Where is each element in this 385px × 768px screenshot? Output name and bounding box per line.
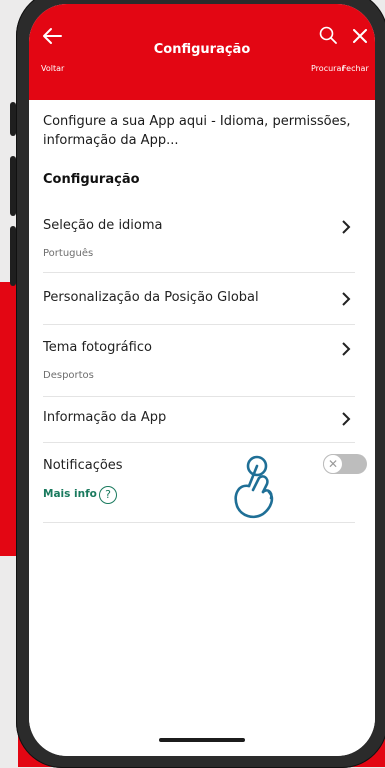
phone-frame: Voltar Configuração Procurar Fechar Conf… xyxy=(10,0,385,768)
intro-text: Configure a sua App aqui - Idioma, permi… xyxy=(43,114,351,148)
close-label[interactable]: Fechar xyxy=(342,64,369,73)
search-button[interactable] xyxy=(319,26,337,48)
chevron-right-icon xyxy=(342,342,351,356)
more-info-link[interactable]: Mais info xyxy=(43,488,97,500)
chevron-right-icon xyxy=(342,412,351,426)
setting-row-photo-theme[interactable]: Tema fotográfico Desportos xyxy=(43,324,355,397)
setting-row-global-position[interactable]: Personalização da Posição Global xyxy=(43,272,355,325)
setting-row-app-info[interactable]: Informação da App xyxy=(43,396,355,443)
back-label[interactable]: Voltar xyxy=(41,64,64,73)
setting-label: Tema fotográfico xyxy=(43,340,152,355)
phone-volume-down xyxy=(10,226,16,286)
home-indicator xyxy=(159,738,245,742)
phone-volume-up xyxy=(10,156,16,216)
toggle-off-icon: ✕ xyxy=(323,454,343,474)
phone-side-button xyxy=(10,102,16,136)
setting-value: Português xyxy=(43,248,94,259)
section-title: Configuração xyxy=(43,172,140,187)
search-label[interactable]: Procurar xyxy=(311,64,345,73)
notifications-label: Notificações xyxy=(43,458,123,473)
close-icon xyxy=(353,29,367,43)
chevron-right-icon xyxy=(342,292,351,306)
question-icon[interactable]: ? xyxy=(99,486,117,504)
setting-row-notifications: Notificações xyxy=(43,442,355,523)
chevron-right-icon xyxy=(342,220,351,234)
search-icon xyxy=(319,26,337,44)
top-bar: Voltar Configuração Procurar Fechar xyxy=(29,4,375,100)
setting-label: Seleção de idioma xyxy=(43,218,163,233)
notifications-toggle[interactable]: ✕ xyxy=(323,454,367,474)
close-button[interactable] xyxy=(353,28,367,47)
setting-label: Personalização da Posição Global xyxy=(43,290,259,305)
settings-content: Configure a sua App aqui - Idioma, permi… xyxy=(29,102,375,756)
setting-label: Informação da App xyxy=(43,410,167,425)
hand-pointer-icon xyxy=(234,455,274,519)
setting-row-language[interactable]: Seleção de idioma Português xyxy=(43,202,355,273)
app-screen: Voltar Configuração Procurar Fechar Conf… xyxy=(29,4,375,756)
setting-value: Desportos xyxy=(43,370,94,381)
